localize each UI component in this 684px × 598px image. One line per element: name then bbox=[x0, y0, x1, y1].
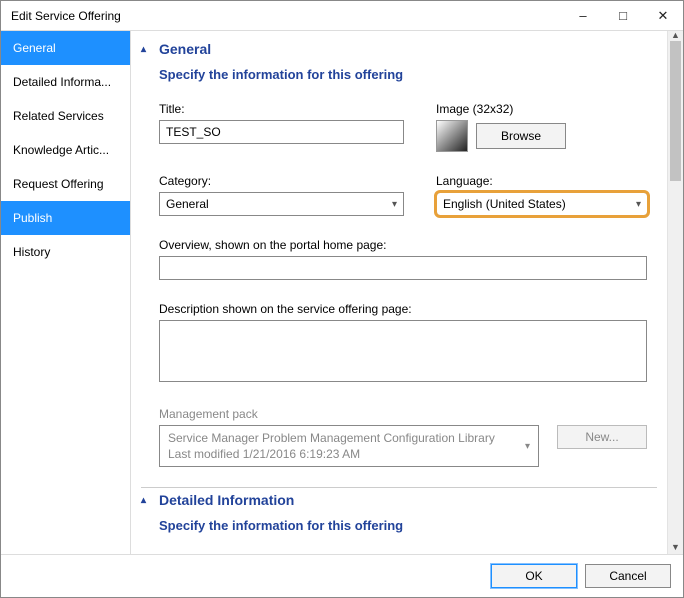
maximize-button[interactable]: □ bbox=[603, 1, 643, 30]
sidebar-item-publish[interactable]: Publish bbox=[1, 201, 130, 235]
collapse-icon: ▴ bbox=[141, 44, 151, 55]
new-label: New... bbox=[585, 430, 618, 444]
section-header-general[interactable]: ▴ General bbox=[141, 37, 657, 61]
description-textarea[interactable] bbox=[159, 320, 647, 382]
sidebar: General Detailed Informa... Related Serv… bbox=[1, 31, 131, 555]
scrollbar-thumb[interactable] bbox=[670, 41, 681, 181]
scroll-up-icon[interactable]: ▲ bbox=[668, 28, 683, 42]
section-header-detailed[interactable]: ▴ Detailed Information bbox=[141, 488, 657, 512]
window-title: Edit Service Offering bbox=[11, 9, 563, 23]
sidebar-item-request-offering[interactable]: Request Offering bbox=[1, 167, 130, 201]
client-area: General Detailed Informa... Related Serv… bbox=[1, 31, 683, 555]
cancel-button[interactable]: Cancel bbox=[585, 564, 671, 588]
sidebar-item-label: General bbox=[13, 41, 56, 55]
category-label: Category: bbox=[159, 174, 404, 188]
new-management-pack-button: New... bbox=[557, 425, 647, 449]
content: ▴ General Specify the information for th… bbox=[131, 31, 667, 554]
language-value: English (United States) bbox=[443, 197, 566, 211]
footer: OK Cancel bbox=[1, 555, 683, 597]
section-subtitle-detailed: Specify the information for this offerin… bbox=[141, 512, 657, 535]
ok-label: OK bbox=[525, 569, 542, 583]
scrollbar[interactable]: ▲ ▼ bbox=[667, 31, 683, 554]
chevron-down-icon: ▾ bbox=[525, 441, 530, 452]
sidebar-item-label: History bbox=[13, 245, 50, 259]
image-preview bbox=[436, 120, 468, 152]
window-buttons: – □ ✕ bbox=[563, 1, 683, 30]
image-label: Image (32x32) bbox=[436, 102, 657, 116]
browse-label: Browse bbox=[501, 129, 541, 143]
content-wrap: ▴ General Specify the information for th… bbox=[131, 31, 683, 555]
overview-input[interactable] bbox=[159, 256, 647, 280]
cancel-label: Cancel bbox=[609, 569, 646, 583]
language-label: Language: bbox=[436, 174, 657, 188]
sidebar-item-detailed-information[interactable]: Detailed Informa... bbox=[1, 65, 130, 99]
sidebar-item-label: Detailed Informa... bbox=[13, 75, 111, 89]
category-value: General bbox=[166, 197, 209, 211]
overview-label: Overview, shown on the portal home page: bbox=[159, 238, 657, 252]
sidebar-item-label: Publish bbox=[13, 211, 52, 225]
browse-button[interactable]: Browse bbox=[476, 123, 566, 149]
section-subtitle-general: Specify the information for this offerin… bbox=[141, 61, 657, 84]
section-title: General bbox=[159, 41, 211, 57]
description-label: Description shown on the service offerin… bbox=[159, 302, 657, 316]
sidebar-item-general[interactable]: General bbox=[1, 31, 130, 65]
sidebar-item-knowledge-articles[interactable]: Knowledge Artic... bbox=[1, 133, 130, 167]
management-pack-modified: Last modified 1/21/2016 6:19:23 AM bbox=[168, 446, 495, 462]
title-input[interactable] bbox=[159, 120, 404, 144]
sidebar-item-label: Request Offering bbox=[13, 177, 104, 191]
management-pack-select[interactable]: Service Manager Problem Management Confi… bbox=[159, 425, 539, 467]
sidebar-item-label: Knowledge Artic... bbox=[13, 143, 109, 157]
scroll-down-icon[interactable]: ▼ bbox=[668, 540, 683, 554]
minimize-button[interactable]: – bbox=[563, 1, 603, 30]
sidebar-item-related-services[interactable]: Related Services bbox=[1, 99, 130, 133]
category-select[interactable]: General ▾ bbox=[159, 192, 404, 216]
collapse-icon: ▴ bbox=[141, 495, 151, 506]
chevron-down-icon: ▾ bbox=[636, 199, 641, 210]
language-select[interactable]: English (United States) ▾ bbox=[436, 192, 648, 216]
close-button[interactable]: ✕ bbox=[643, 1, 683, 30]
form-general: Title: Image (32x32) Browse bbox=[141, 84, 657, 467]
titlebar: Edit Service Offering – □ ✕ bbox=[1, 1, 683, 31]
sidebar-item-history[interactable]: History bbox=[1, 235, 130, 269]
title-label: Title: bbox=[159, 102, 404, 116]
section-title: Detailed Information bbox=[159, 492, 294, 508]
ok-button[interactable]: OK bbox=[491, 564, 577, 588]
management-pack-name: Service Manager Problem Management Confi… bbox=[168, 430, 495, 446]
management-pack-label: Management pack bbox=[159, 407, 657, 421]
window: Edit Service Offering – □ ✕ General Deta… bbox=[0, 0, 684, 598]
sidebar-item-label: Related Services bbox=[13, 109, 104, 123]
chevron-down-icon: ▾ bbox=[392, 199, 397, 210]
